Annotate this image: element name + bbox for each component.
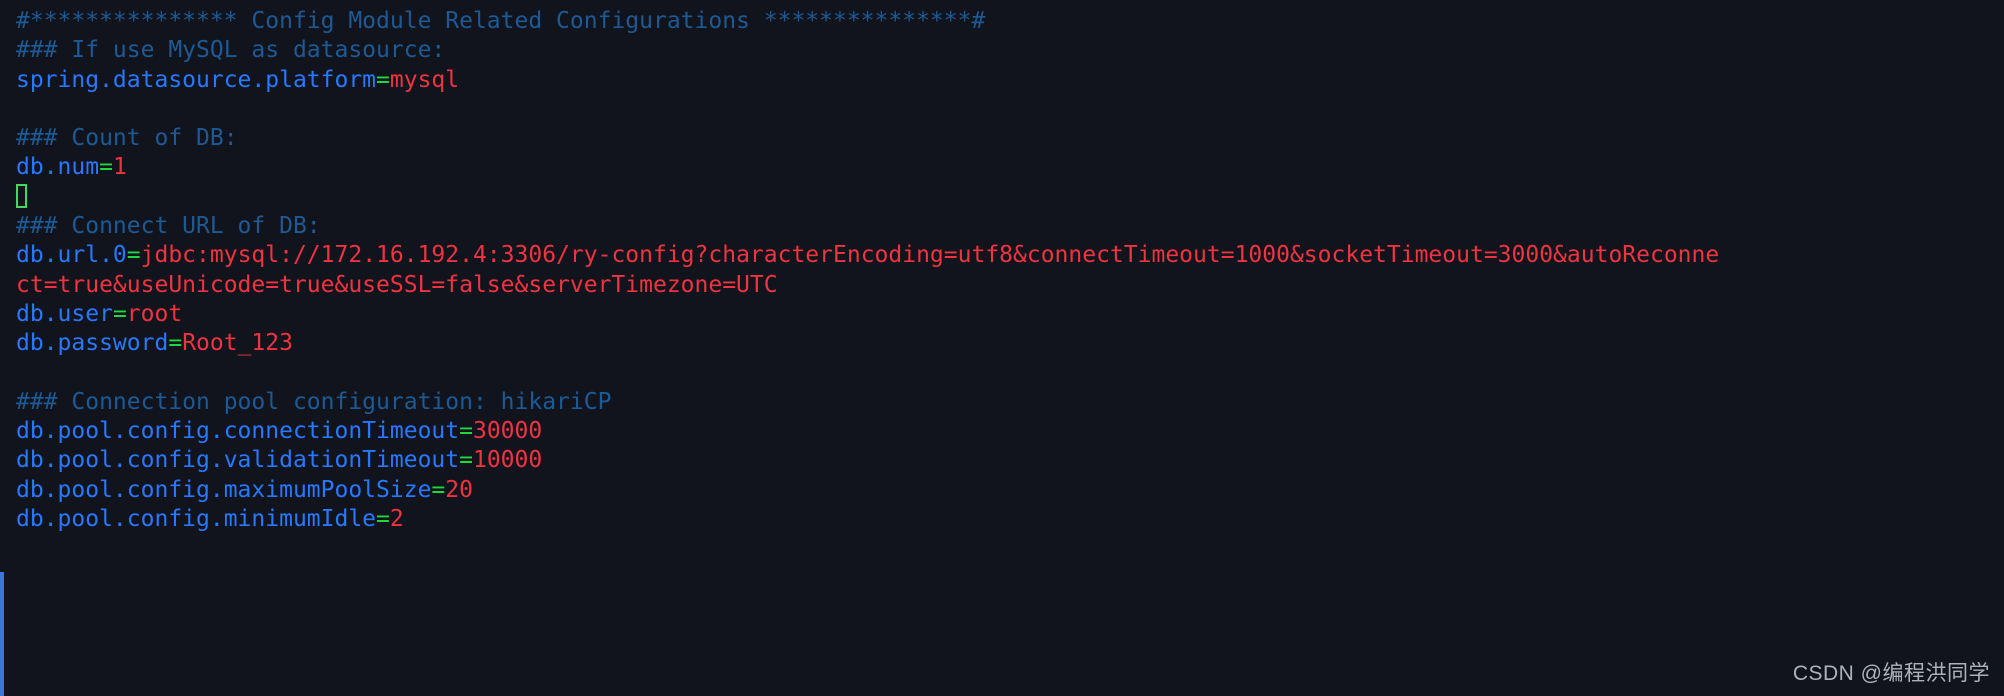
code-line[interactable] bbox=[16, 359, 2004, 388]
property-value: 2 bbox=[389, 506, 404, 533]
property-value: 1 bbox=[112, 154, 127, 181]
csdn-watermark: CSDN @编程洪同学 bbox=[1792, 661, 1990, 685]
property-key: db.url.0 bbox=[16, 242, 127, 269]
property-key: db.pool.config.minimumIdle bbox=[16, 506, 377, 533]
code-line[interactable]: spring.datasource.platform=mysql bbox=[16, 66, 2004, 95]
code-line[interactable]: db.user=root bbox=[16, 300, 2004, 329]
code-line[interactable]: ### Connect URL of DB: bbox=[16, 212, 2004, 241]
comment-text: ### Connection pool configuration: hikar… bbox=[16, 388, 612, 415]
comment-text: ### Count of DB: bbox=[16, 125, 238, 152]
property-value: 10000 bbox=[472, 447, 543, 474]
text-cursor-box bbox=[16, 183, 27, 208]
property-value: root bbox=[126, 300, 183, 327]
assignment-operator: = bbox=[112, 300, 127, 327]
code-line[interactable]: ### If use MySQL as datasource: bbox=[16, 36, 2004, 65]
property-key: db.pool.config.connectionTimeout bbox=[16, 418, 460, 445]
code-line[interactable]: #*************** Config Module Related C… bbox=[16, 7, 2004, 36]
property-value: 20 bbox=[445, 476, 473, 503]
code-line[interactable]: db.url.0=jdbc:mysql://172.16.192.4:3306/… bbox=[16, 241, 2004, 270]
property-key: db.user bbox=[16, 300, 113, 327]
comment-text: ### If use MySQL as datasource: bbox=[16, 37, 446, 64]
property-key: db.pool.config.validationTimeout bbox=[16, 447, 460, 474]
gutter-change-marker bbox=[0, 572, 4, 696]
property-key: spring.datasource.platform bbox=[16, 66, 377, 93]
comment-text: ### Connect URL of DB: bbox=[16, 213, 321, 240]
code-line[interactable]: ct=true&useUnicode=true&useSSL=false&ser… bbox=[16, 271, 2004, 300]
assignment-operator: = bbox=[431, 476, 446, 503]
comment-text: #*************** Config Module Related C… bbox=[16, 8, 986, 34]
code-line[interactable]: db.pool.config.maximumPoolSize=20 bbox=[16, 476, 2004, 505]
wrapped-value-continuation: ct=true&useUnicode=true&useSSL=false&ser… bbox=[16, 271, 778, 298]
code-line[interactable]: db.pool.config.minimumIdle=2 bbox=[16, 505, 2004, 534]
assignment-operator: = bbox=[459, 447, 473, 474]
property-key: db.password bbox=[16, 330, 169, 357]
code-line[interactable] bbox=[16, 183, 2004, 212]
property-value: mysql bbox=[389, 66, 460, 93]
assignment-operator: = bbox=[376, 66, 390, 93]
property-value: 30000 bbox=[472, 418, 543, 445]
code-line[interactable]: db.num=1 bbox=[16, 153, 2004, 182]
property-value: Root_123 bbox=[182, 330, 293, 357]
assignment-operator: = bbox=[126, 242, 141, 269]
assignment-operator: = bbox=[99, 154, 113, 181]
code-line[interactable]: ### Count of DB: bbox=[16, 124, 2004, 153]
code-line[interactable] bbox=[16, 95, 2004, 124]
code-content[interactable]: #*************** Config Module Related C… bbox=[16, 7, 2004, 534]
assignment-operator: = bbox=[459, 418, 473, 445]
property-key: db.pool.config.maximumPoolSize bbox=[16, 476, 432, 503]
assignment-operator: = bbox=[376, 506, 390, 533]
code-line[interactable]: db.password=Root_123 bbox=[16, 329, 2004, 358]
property-key: db.num bbox=[16, 154, 100, 181]
property-value: jdbc:mysql://172.16.192.4:3306/ry-config… bbox=[140, 242, 1720, 269]
code-line[interactable]: db.pool.config.validationTimeout=10000 bbox=[16, 446, 2004, 475]
code-editor-pane[interactable]: #*************** Config Module Related C… bbox=[0, 0, 2004, 696]
code-line[interactable]: db.pool.config.connectionTimeout=30000 bbox=[16, 417, 2004, 446]
assignment-operator: = bbox=[168, 330, 183, 357]
code-line[interactable]: ### Connection pool configuration: hikar… bbox=[16, 388, 2004, 417]
